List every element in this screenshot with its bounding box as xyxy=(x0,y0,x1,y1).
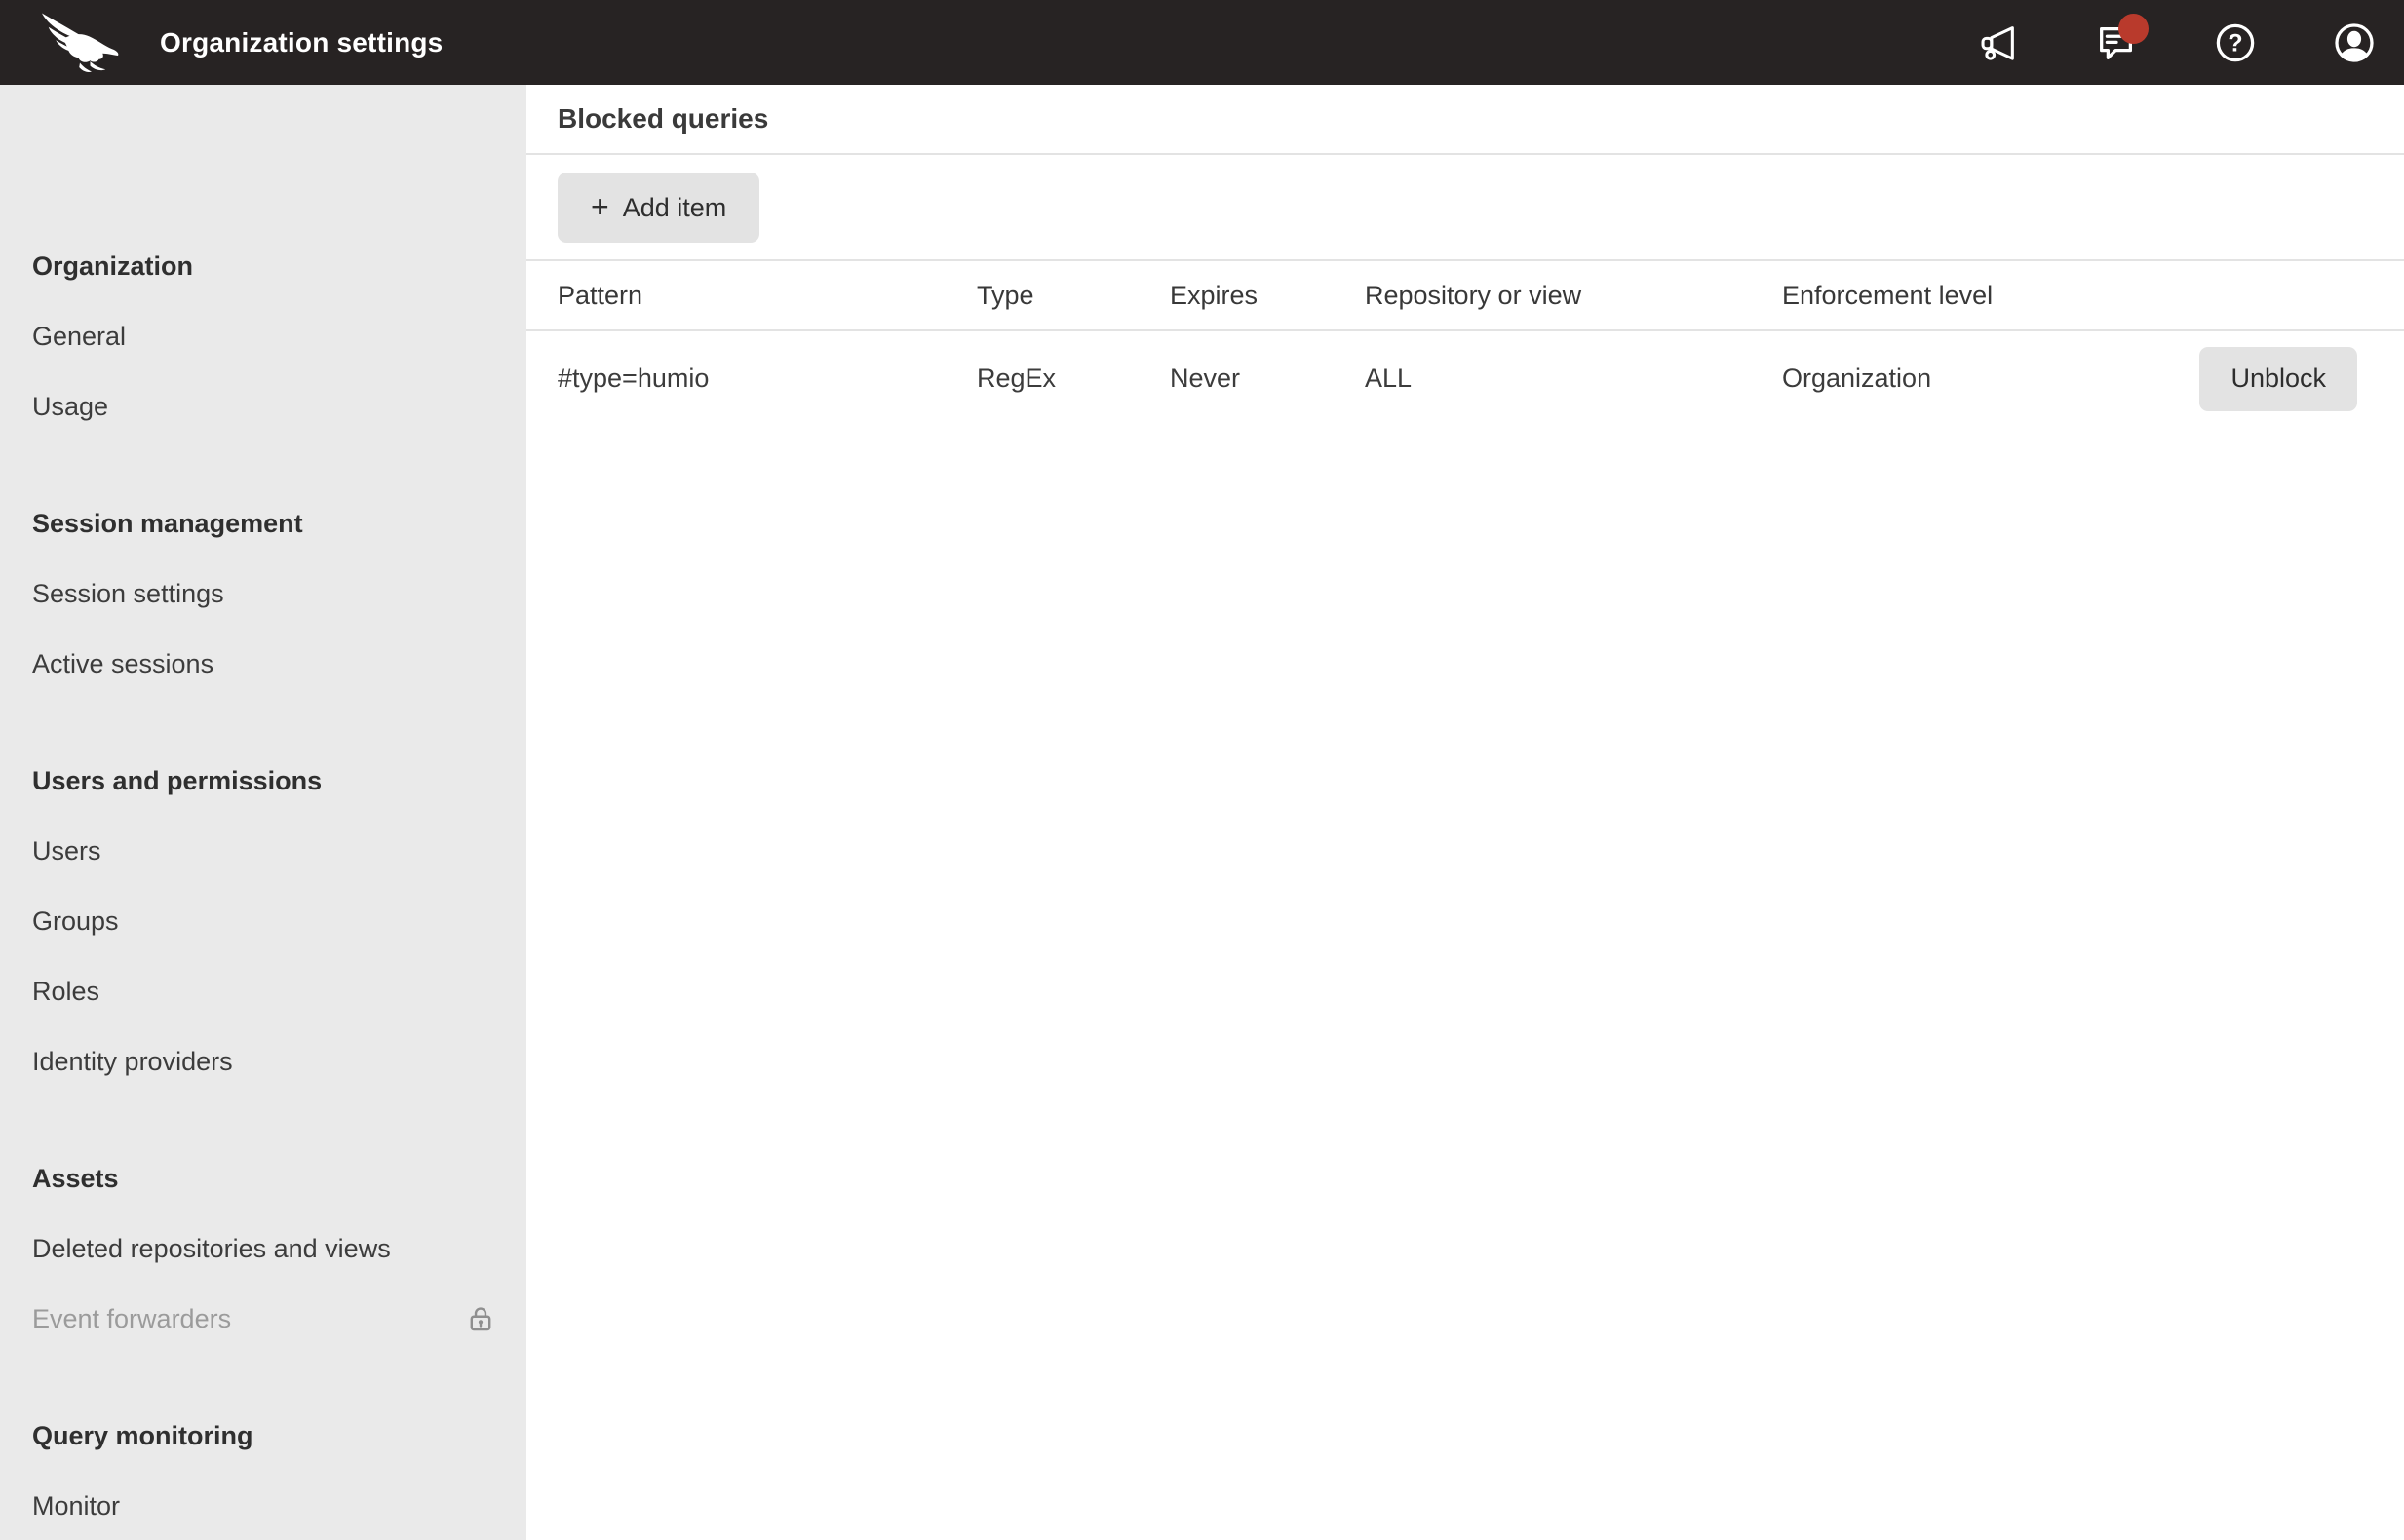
announcements-icon[interactable] xyxy=(1975,20,2020,65)
cell-repository: ALL xyxy=(1365,364,1413,393)
cell-actions: Unblock xyxy=(2199,346,2357,411)
sidebar-item-usage[interactable]: Usage xyxy=(0,371,526,442)
svg-text:?: ? xyxy=(2228,29,2242,57)
column-header-type: Type xyxy=(977,280,1034,310)
sidebar-item-deleted-repositories[interactable]: Deleted repositories and views xyxy=(0,1213,526,1284)
topbar: Organization settings ? xyxy=(0,0,2404,85)
sidebar-section-session-management: Session management Session settings Acti… xyxy=(0,488,526,699)
cell-type: RegEx xyxy=(977,364,1057,393)
add-item-button[interactable]: + Add item xyxy=(558,173,760,243)
cell-enforcement: Organization xyxy=(1782,364,1932,393)
column-header-repository: Repository or view xyxy=(1365,280,1582,310)
section-header-session-management: Session management xyxy=(32,509,303,538)
section-header-query-monitoring: Query monitoring xyxy=(32,1421,253,1450)
sidebar-item-general[interactable]: General xyxy=(0,301,526,371)
help-icon[interactable]: ? xyxy=(2213,20,2258,65)
column-header-pattern: Pattern xyxy=(558,280,643,310)
sidebar-item-roles[interactable]: Roles xyxy=(0,956,526,1026)
lock-icon xyxy=(464,1302,497,1335)
table-row: #type=humio RegEx Never ALL Organization… xyxy=(526,331,2404,426)
column-header-expires: Expires xyxy=(1170,280,1259,310)
column-header-enforcement: Enforcement level xyxy=(1782,280,1994,310)
main-content: Blocked queries + Add item Pattern Type … xyxy=(526,85,2404,1540)
plus-icon: + xyxy=(591,189,609,224)
crowdstrike-falcon-logo-icon[interactable] xyxy=(39,9,127,77)
sidebar-section-users-permissions: Users and permissions Users Groups Roles… xyxy=(0,746,526,1097)
table-header-row: Pattern Type Expires Repository or view … xyxy=(526,261,2404,331)
profile-icon[interactable] xyxy=(2332,20,2377,65)
settings-sidebar: Organization General Usage Session manag… xyxy=(0,85,526,1540)
page-title: Blocked queries xyxy=(558,103,769,134)
cell-pattern: #type=humio xyxy=(558,364,710,393)
section-header-users-permissions: Users and permissions xyxy=(32,766,323,795)
sidebar-item-monitor[interactable]: Monitor xyxy=(0,1471,526,1540)
topbar-actions: ? xyxy=(1975,13,2377,65)
sidebar-item-active-sessions[interactable]: Active sessions xyxy=(0,629,526,699)
sidebar-item-groups[interactable]: Groups xyxy=(0,886,526,956)
toolbar: + Add item xyxy=(526,155,2404,261)
unblock-button[interactable]: Unblock xyxy=(2199,346,2357,411)
cell-expires: Never xyxy=(1170,364,1241,393)
section-header-organization: Organization xyxy=(32,251,194,281)
sidebar-section-query-monitoring: Query monitoring Monitor Blocklist xyxy=(0,1401,526,1540)
sidebar-item-event-forwarders: Event forwarders xyxy=(0,1284,526,1354)
page-header-title: Organization settings xyxy=(160,26,444,58)
section-header-assets: Assets xyxy=(32,1164,119,1193)
sidebar-item-identity-providers[interactable]: Identity providers xyxy=(0,1026,526,1097)
notification-badge xyxy=(2118,13,2149,44)
page-title-row: Blocked queries xyxy=(526,85,2404,155)
feedback-icon[interactable] xyxy=(2094,13,2149,65)
sidebar-item-session-settings[interactable]: Session settings xyxy=(0,558,526,629)
sidebar-section-assets: Assets Deleted repositories and views Ev… xyxy=(0,1143,526,1354)
sidebar-item-users[interactable]: Users xyxy=(0,816,526,886)
sidebar-section-organization: Organization General Usage xyxy=(0,231,526,442)
